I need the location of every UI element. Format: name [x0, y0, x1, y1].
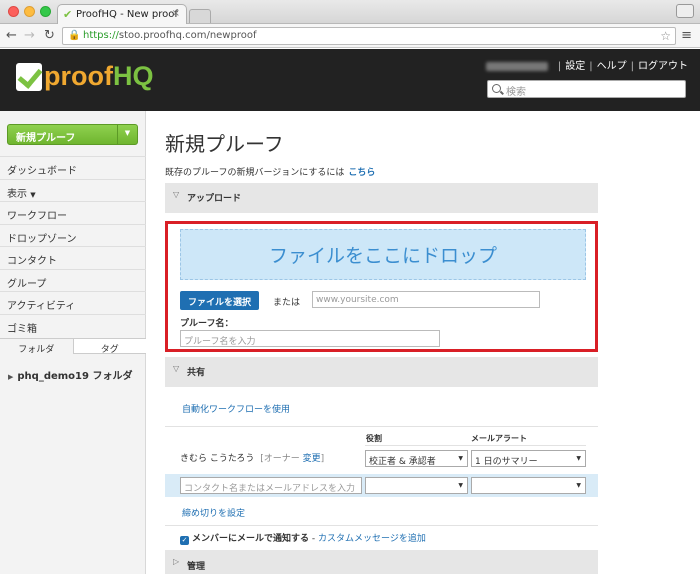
contact-input[interactable]: コンタクト名またはメールアドレスを入力 [180, 477, 362, 494]
search-placeholder: 検索 [506, 87, 526, 98]
new-contact-alert-select[interactable] [471, 477, 586, 494]
tab-tags[interactable]: タグ [72, 338, 146, 355]
bookmark-star-icon[interactable]: ☆ [660, 29, 671, 43]
new-tab-button[interactable] [189, 9, 211, 23]
notify-label: メンバーにメールで通知する [192, 534, 310, 544]
chevron-right-icon: ▷ [173, 557, 180, 566]
page-title: 新規プルーフ [165, 132, 284, 156]
sidebar-item-groups[interactable]: グループ [0, 268, 146, 292]
sidebar-item-contacts[interactable]: コンタクト [0, 246, 146, 269]
browser-tab[interactable]: ✔ ProofHQ - New proof × [57, 4, 187, 25]
existing-proof-link[interactable]: こちら [348, 168, 375, 178]
tab-folders[interactable]: フォルダ [0, 338, 73, 355]
browser-menu-icon[interactable]: ≡ [681, 28, 692, 43]
help-link[interactable]: ヘルプ [597, 61, 627, 72]
intro-text: 既存のプルーフの新規バージョンにするには こちら [165, 168, 376, 178]
header-search-input[interactable]: 検索 [487, 80, 686, 98]
url-scheme: https:// [83, 30, 119, 41]
sidebar-item-workflow[interactable]: ワークフロー [0, 201, 146, 224]
browser-tab-bar: ✔ ProofHQ - New proof × [0, 0, 700, 25]
sidebar-item-view[interactable]: 表示 ▼ [0, 178, 146, 202]
auto-workflow-link[interactable]: 自動化ワークフローを使用 [182, 402, 290, 415]
sidebar-item-dropzone[interactable]: ドロップゾーン [0, 223, 146, 247]
maximize-window-button[interactable] [40, 6, 51, 17]
choose-file-button[interactable]: ファイルを選択 [180, 291, 259, 310]
sidebar-item-trash[interactable]: ゴミ箱 [0, 313, 146, 337]
sidebar-item-activity[interactable]: アクティビティ [0, 291, 146, 314]
member-row: きむら こうたろう [オーナー 変更] [180, 454, 325, 464]
forward-arrow-icon[interactable]: → [24, 28, 35, 43]
custom-message-link[interactable]: カスタムメッセージを追加 [318, 534, 426, 544]
proofhq-favicon-icon: ✔ [63, 8, 73, 21]
member-role-select[interactable]: 校正者 & 承認者 [365, 450, 468, 467]
sidebar-tabs: フォルダ タグ [0, 338, 146, 355]
chevron-down-icon: ▼ [30, 190, 36, 199]
logout-link[interactable]: ログアウト [638, 61, 688, 72]
app-header: proofHQ | 設定 | ヘルプ | ログアウト 検索 [0, 49, 700, 111]
address-bar-row: ← → ↻ 🔒 https://stoo.proofhq.com/newproo… [0, 24, 700, 48]
user-profile-button[interactable] [676, 4, 694, 18]
logo-text-hq: HQ [112, 61, 154, 91]
tab-title: ProofHQ - New proof [76, 9, 178, 20]
share-section-header[interactable]: ▽ 共有 [165, 357, 598, 387]
notify-checkbox[interactable]: ✓ [180, 536, 189, 545]
chevron-down-icon[interactable]: ▼ [117, 125, 137, 144]
username-redacted [485, 61, 548, 71]
set-deadline-link[interactable]: 締め切りを設定 [182, 506, 245, 519]
header-links: | 設定 | ヘルプ | ログアウト [485, 57, 688, 72]
tab-close-icon[interactable]: × [172, 8, 180, 19]
proof-name-input[interactable]: プルーフ名を入力 [180, 330, 440, 347]
or-label: または [273, 298, 301, 308]
search-icon [492, 84, 501, 93]
settings-link[interactable]: 設定 [565, 61, 585, 72]
change-owner-link[interactable]: 変更 [303, 454, 321, 464]
email-alert-column-header: メールアラート [471, 434, 527, 443]
divider [165, 525, 598, 526]
logo-text-proof: proof [44, 61, 113, 91]
new-contact-role-select[interactable] [365, 477, 468, 494]
folder-item[interactable]: ▶ phq_demo19 フォルダ [8, 367, 132, 382]
member-alert-select[interactable]: 1 日のサマリー [471, 450, 586, 467]
sidebar-item-dashboard[interactable]: ダッシュボード [0, 156, 146, 179]
manage-section-header[interactable]: ▷ 管理 [165, 550, 598, 574]
expand-arrow-icon[interactable]: ▶ [8, 373, 13, 381]
url-input[interactable]: www.yoursite.com [312, 291, 540, 308]
chevron-down-icon: ▽ [173, 364, 180, 373]
url-path: stoo.proofhq.com/newproof [118, 30, 257, 41]
logo-check-icon [16, 63, 42, 91]
minimize-window-button[interactable] [24, 6, 35, 17]
chevron-down-icon: ▽ [173, 190, 180, 199]
member-name: きむら こうたろう [180, 454, 255, 464]
file-dropzone[interactable]: ファイルをここにドロップ [180, 229, 586, 280]
notify-row: ✓ メンバーにメールで通知する - カスタムメッセージを追加 [180, 534, 426, 545]
lock-icon: 🔒 [68, 30, 81, 41]
sidebar: 新規プルーフ ▼ ダッシュボード 表示 ▼ ワークフロー ドロップゾーン コンタ… [0, 111, 146, 574]
proof-name-label: プルーフ名： [180, 319, 234, 329]
sidebar-nav: ダッシュボード 表示 ▼ ワークフロー ドロップゾーン コンタクト グループ ア… [0, 156, 146, 336]
reload-icon[interactable]: ↻ [44, 28, 55, 43]
back-arrow-icon[interactable]: ← [6, 28, 17, 43]
divider [365, 445, 586, 446]
new-proof-button-label: 新規プルーフ [16, 133, 76, 144]
role-column-header: 役割 [366, 434, 382, 443]
close-window-button[interactable] [8, 6, 19, 17]
divider [165, 426, 598, 427]
new-proof-button[interactable]: 新規プルーフ ▼ [7, 124, 138, 145]
upload-section-header[interactable]: ▽ アップロード [165, 183, 598, 213]
url-field[interactable]: 🔒 https://stoo.proofhq.com/newproof ☆ [62, 27, 676, 45]
